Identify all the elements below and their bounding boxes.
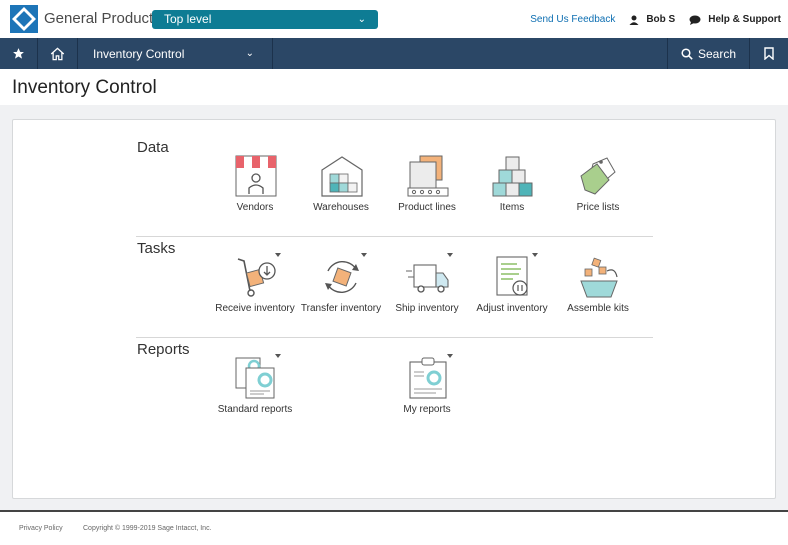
entity-select[interactable]: Top level ⌄ xyxy=(152,10,378,29)
tile-assemble-kits[interactable]: Assemble kits xyxy=(555,255,641,323)
standard-reports-icon xyxy=(235,357,275,399)
delivery-truck-icon xyxy=(406,264,449,293)
company-logo-icon[interactable] xyxy=(10,5,38,33)
warehouse-icon xyxy=(321,156,363,197)
dropdown-caret-icon[interactable] xyxy=(447,253,453,257)
search-button[interactable]: Search xyxy=(667,38,750,69)
home-icon xyxy=(50,47,65,60)
search-icon xyxy=(681,47,693,60)
dropdown-caret-icon[interactable] xyxy=(275,354,281,358)
tile-label: Assemble kits xyxy=(567,303,629,314)
chevron-down-icon: ⌄ xyxy=(357,14,366,25)
section-reports-label: Reports xyxy=(137,341,190,358)
transfer-box-icon xyxy=(325,260,359,294)
bookmark-button[interactable] xyxy=(750,38,788,69)
top-bar: General Product Top level ⌄ Send Us Feed… xyxy=(0,0,788,38)
feedback-link[interactable]: Send Us Feedback xyxy=(530,14,615,25)
help-menu[interactable]: Help & Support xyxy=(689,14,781,25)
tile-label: My reports xyxy=(403,404,451,415)
footer: Privacy Policy Copyright © 1999-2019 Sag… xyxy=(0,510,788,545)
my-reports-clipboard-icon xyxy=(409,357,447,399)
page-title: Inventory Control xyxy=(12,77,157,98)
price-tag-icon xyxy=(580,157,616,195)
dropdown-caret-icon[interactable] xyxy=(275,253,281,257)
privacy-policy-link[interactable]: Privacy Policy xyxy=(19,525,63,532)
vendor-store-icon xyxy=(235,155,277,197)
section-tasks-label: Tasks xyxy=(137,240,176,257)
dropdown-caret-icon[interactable] xyxy=(532,253,538,257)
chat-icon xyxy=(689,15,701,25)
tile-price-lists[interactable]: Price lists xyxy=(555,154,641,222)
items-boxes-icon xyxy=(492,156,533,197)
user-menu[interactable]: Bob S xyxy=(629,14,675,25)
nav-bar: Inventory Control ⌄ Search xyxy=(0,38,788,69)
module-menu[interactable]: Inventory Control ⌄ xyxy=(78,38,273,69)
section-divider xyxy=(136,337,653,338)
section-data-label: Data xyxy=(137,139,169,156)
copyright-text: Copyright © 1999-2019 Sage Intacct, Inc. xyxy=(83,525,212,532)
star-icon xyxy=(13,48,24,59)
tile-label: Standard reports xyxy=(217,404,293,415)
section-divider xyxy=(136,236,653,237)
entity-select-value: Top level xyxy=(164,12,212,26)
tile-standard-reports[interactable]: Standard reports xyxy=(212,354,298,424)
home-button[interactable] xyxy=(38,38,78,69)
help-label: Help & Support xyxy=(708,14,781,25)
search-label: Search xyxy=(697,46,737,61)
user-name: Bob S xyxy=(646,14,676,25)
assemble-kit-icon xyxy=(580,257,618,298)
user-icon xyxy=(629,15,639,25)
bookmark-icon xyxy=(764,47,774,60)
favorites-button[interactable] xyxy=(0,38,38,69)
tile-label: Price lists xyxy=(576,202,620,213)
top-links: Send Us Feedback Bob S Help & Support xyxy=(530,14,781,25)
dropdown-caret-icon[interactable] xyxy=(447,354,453,358)
hand-truck-icon xyxy=(237,258,276,297)
module-menu-label: Inventory Control xyxy=(93,46,185,61)
product-line-icon xyxy=(407,155,449,197)
dropdown-caret-icon[interactable] xyxy=(361,253,367,257)
company-name[interactable]: General Product xyxy=(44,10,153,27)
title-area: Inventory Control xyxy=(0,69,788,105)
chevron-down-icon: ⌄ xyxy=(245,48,254,59)
tile-my-reports[interactable]: My reports xyxy=(384,354,470,424)
adjust-sheet-icon xyxy=(496,256,528,296)
